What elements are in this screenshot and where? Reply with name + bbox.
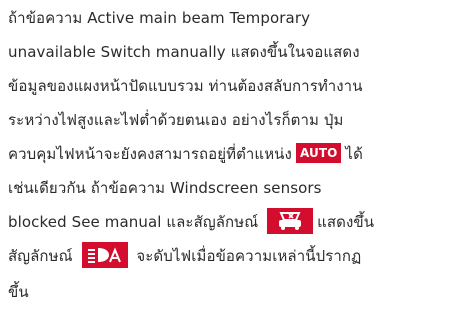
text-segment: แสดงขึ้น	[317, 213, 375, 231]
auto-headlight-icon	[81, 241, 128, 268]
text-line: ข้อมูลของแผงหน้าปัดแบบรวม ท่านต้องสลับกา…	[8, 77, 363, 95]
text-line: เช่นเดียวกัน ถ้าข้อความ Windscreen senso…	[8, 179, 322, 197]
windscreen-sensor-icon	[267, 207, 314, 234]
text-segment: blocked See manual และสัญลักษณ์	[8, 213, 259, 231]
text-segment: ได้	[345, 145, 363, 163]
text-segment: จะดับไฟเมื่อข้อความเหล่านี้ปรากฏ	[136, 247, 362, 265]
text-line: ขึ้น	[8, 283, 29, 301]
text-line: unavailable Switch manually แสดงขึ้นในจอ…	[8, 43, 360, 61]
text-line: ควบคุมไฟหน้าจะยังคงสามารถอยู่ที่ตำแหน่ง A…	[8, 138, 363, 170]
text-line: blocked See manual และสัญลักษณ์ แสดงขึ้น	[8, 206, 374, 238]
text-line: ระหว่างไฟสูงและไฟต่ำด้วยตนเอง อย่างไรก็ต…	[8, 111, 344, 129]
text-line: ถ้าข้อความ Active main beam Temporary	[8, 9, 311, 27]
text-segment: สัญลักษณ์	[8, 247, 73, 265]
text-segment: ควบคุมไฟหน้าจะยังคงสามารถอยู่ที่ตำแหน่ง	[8, 145, 292, 163]
text-line: สัญลักษณ์ จะดับไฟเมื่อข้อความเหล่านี้ปรา…	[8, 240, 361, 272]
auto-position-badge: AUTO	[295, 142, 342, 163]
